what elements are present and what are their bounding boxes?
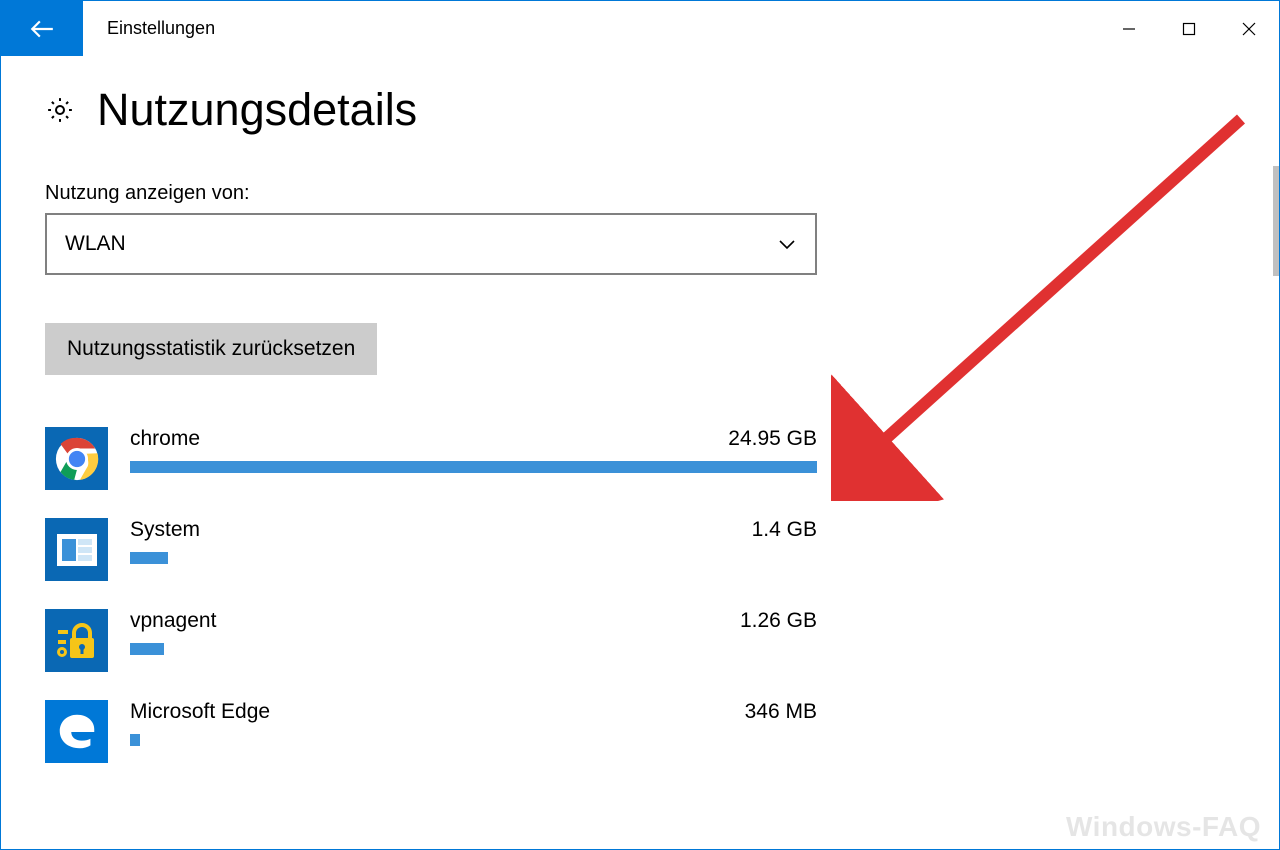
usage-bar (130, 461, 817, 473)
window-controls (1099, 1, 1279, 56)
usage-bar-fill (130, 461, 817, 473)
arrow-left-icon (29, 16, 55, 42)
app-row: System 1.4 GB (45, 506, 817, 597)
settings-window: Einstellungen Nutzungsdetails (0, 0, 1280, 850)
usage-bar-fill (130, 643, 164, 655)
maximize-icon (1182, 22, 1196, 36)
app-name: Microsoft Edge (130, 700, 270, 724)
vpn-lock-icon (45, 609, 108, 672)
app-name: vpnagent (130, 609, 216, 633)
close-button[interactable] (1219, 1, 1279, 56)
app-usage-list: chrome 24.95 GB (45, 415, 817, 779)
app-usage: 1.26 GB (740, 609, 817, 633)
edge-icon (45, 700, 108, 763)
app-name: chrome (130, 427, 200, 451)
usage-bar (130, 552, 817, 564)
network-filter-dropdown[interactable]: WLAN (45, 213, 817, 275)
chevron-down-icon (777, 234, 797, 254)
app-usage: 346 MB (745, 700, 817, 724)
usage-bar (130, 643, 817, 655)
maximize-button[interactable] (1159, 1, 1219, 56)
back-button[interactable] (1, 1, 83, 56)
scrollbar-thumb[interactable] (1273, 166, 1279, 276)
system-icon (45, 518, 108, 581)
reset-usage-button[interactable]: Nutzungsstatistik zurücksetzen (45, 323, 377, 375)
app-name: System (130, 518, 200, 542)
gear-icon (45, 95, 75, 125)
dropdown-value: WLAN (65, 232, 126, 256)
usage-bar (130, 734, 817, 746)
app-usage: 1.4 GB (752, 518, 817, 542)
watermark: Windows-FAQ (1066, 811, 1261, 843)
app-row: chrome 24.95 GB (45, 415, 817, 506)
page-title: Nutzungsdetails (97, 84, 417, 136)
usage-bar-fill (130, 552, 168, 564)
usage-bar-fill (130, 734, 140, 746)
app-usage: 24.95 GB (728, 427, 817, 451)
app-row: vpnagent 1.26 GB (45, 597, 817, 688)
app-row: Microsoft Edge 346 MB (45, 688, 817, 779)
page-header: Nutzungsdetails (45, 84, 1235, 136)
filter-label: Nutzung anzeigen von: (45, 182, 1235, 205)
chrome-icon (45, 427, 108, 490)
window-title: Einstellungen (83, 1, 1099, 56)
content-area: Nutzungsdetails Nutzung anzeigen von: WL… (1, 56, 1279, 779)
minimize-icon (1122, 22, 1136, 36)
minimize-button[interactable] (1099, 1, 1159, 56)
close-icon (1242, 22, 1256, 36)
titlebar: Einstellungen (1, 1, 1279, 56)
